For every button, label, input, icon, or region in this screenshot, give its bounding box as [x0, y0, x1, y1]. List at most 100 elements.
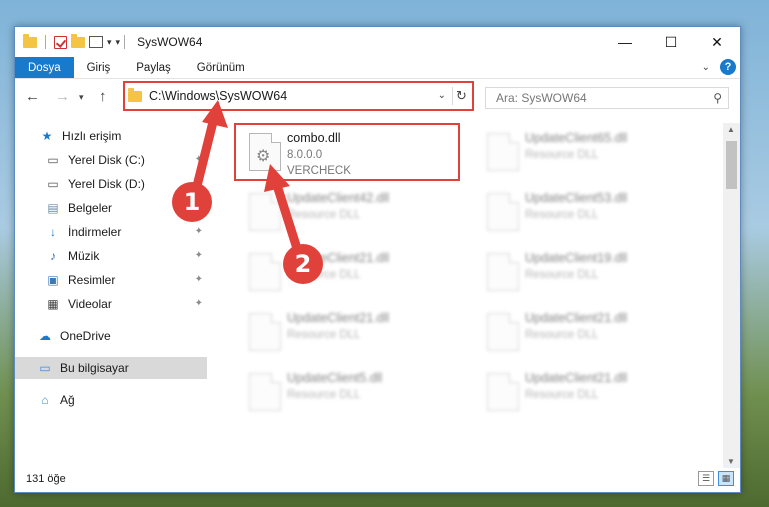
- sidebar-item-label: İndirmeler: [68, 225, 122, 239]
- sidebar-item-this-pc[interactable]: ▭ Bu bilgisayar: [15, 357, 207, 379]
- search-icon[interactable]: ⚲: [713, 91, 722, 105]
- file-desc: Resource DLL: [525, 389, 599, 401]
- pin-icon: ✦: [194, 250, 203, 261]
- scrollbar-thumb[interactable]: [726, 141, 737, 189]
- details-view-icon[interactable]: ☰: [698, 471, 714, 486]
- tab-file[interactable]: Dosya: [15, 57, 74, 78]
- sidebar-item-label: OneDrive: [60, 329, 111, 343]
- sidebar-item-onedrive[interactable]: ☁ OneDrive: [15, 325, 207, 347]
- pin-icon: ✦: [194, 226, 203, 237]
- dll-file-icon: [487, 133, 519, 171]
- file-name: UpdateClient5.dll: [287, 371, 383, 385]
- file-desc: Resource DLL: [525, 149, 599, 161]
- file-tile[interactable]: UpdateClient65.dll Resource DLL: [477, 127, 697, 183]
- recent-locations-icon[interactable]: ▾: [79, 92, 84, 103]
- sidebar-item-quick-access[interactable]: ★ Hızlı erişim: [15, 125, 207, 147]
- search-placeholder: Ara: SysWOW64: [496, 91, 587, 105]
- explorer-window: ▾ ▾ SysWOW64 — ☐ ✕ Dosya Giriş Paylaş Gö…: [14, 26, 741, 493]
- sidebar-item-label: Yerel Disk (C:): [68, 153, 145, 167]
- tab-share[interactable]: Paylaş: [123, 57, 184, 78]
- properties-check-icon[interactable]: [54, 35, 67, 49]
- search-input[interactable]: Ara: SysWOW64 ⚲: [485, 87, 729, 109]
- back-arrow-icon[interactable]: ←: [25, 88, 40, 105]
- sidebar-item-label: Bu bilgisayar: [60, 361, 129, 375]
- tab-view[interactable]: Görünüm: [184, 57, 258, 78]
- dll-file-icon: [249, 193, 281, 231]
- file-tile[interactable]: UpdateClient42.dll Resource DLL: [239, 187, 459, 243]
- navigation-pane: ★ Hızlı erişim ▭ Yerel Disk (C:) ✦ ▭ Yer…: [15, 125, 207, 465]
- music-icon: ♪: [50, 249, 56, 263]
- file-tile[interactable]: UpdateClient53.dll Resource DLL: [477, 187, 697, 243]
- sidebar-item-network[interactable]: ⌂ Ağ: [15, 389, 207, 411]
- up-arrow-icon[interactable]: ↑: [99, 88, 107, 105]
- title-bar: ▾ ▾ SysWOW64 — ☐ ✕: [15, 27, 740, 57]
- file-name: UpdateClient53.dll: [525, 191, 628, 205]
- pin-icon: ✦: [194, 154, 203, 165]
- file-name: UpdateClient21.dll: [287, 311, 390, 325]
- forward-arrow-icon[interactable]: →: [55, 88, 70, 105]
- rename-icon[interactable]: [89, 36, 103, 48]
- file-tile[interactable]: UpdateClient21.dll Resource DLL: [477, 367, 697, 423]
- sidebar-item-pictures[interactable]: ▣ Resimler ✦: [15, 269, 207, 291]
- quick-access-toolbar: ▾ ▾: [15, 33, 121, 49]
- file-name: UpdateClient42.dll: [287, 191, 390, 205]
- file-tile[interactable]: UpdateClient21.dll Resource DLL: [239, 247, 459, 303]
- drive-icon: ▭: [47, 177, 59, 191]
- star-icon: ★: [41, 129, 53, 143]
- dll-file-icon: [487, 313, 519, 351]
- divider: [124, 35, 126, 49]
- ribbon-tabs: Dosya Giriş Paylaş Görünüm ⌄ ?: [15, 57, 740, 79]
- file-desc: Resource DLL: [525, 269, 599, 281]
- item-count: 131 öğe: [26, 473, 66, 485]
- scroll-down-icon[interactable]: ▼: [727, 457, 735, 466]
- pictures-icon: ▣: [47, 273, 59, 287]
- network-icon: ⌂: [41, 393, 49, 407]
- cloud-icon: ☁: [39, 329, 51, 343]
- file-desc: Resource DLL: [287, 329, 361, 341]
- minimize-button[interactable]: —: [602, 27, 648, 57]
- sidebar-item-downloads[interactable]: ↓ İndirmeler ✦: [15, 221, 207, 243]
- file-name: UpdateClient21.dll: [525, 311, 628, 325]
- pin-icon: ✦: [194, 274, 203, 285]
- file-tile[interactable]: UpdateClient5.dll Resource DLL: [239, 367, 459, 423]
- download-icon: ↓: [50, 225, 56, 239]
- scroll-up-icon[interactable]: ▲: [727, 125, 735, 134]
- videos-icon: ▦: [47, 297, 59, 311]
- dll-file-icon: [487, 253, 519, 291]
- dll-file-icon: [487, 373, 519, 411]
- expand-ribbon-icon[interactable]: ⌄: [702, 62, 710, 73]
- folder-icon: [128, 87, 142, 102]
- pin-icon: ✦: [194, 298, 203, 309]
- help-icon[interactable]: ?: [720, 59, 736, 75]
- chevron-down-icon[interactable]: ▾: [107, 37, 112, 48]
- sidebar-item-music[interactable]: ♪ Müzik ✦: [15, 245, 207, 267]
- drive-icon: ▭: [47, 153, 59, 167]
- sidebar-item-videos[interactable]: ▦ Videolar ✦: [15, 293, 207, 315]
- file-name: UpdateClient19.dll: [525, 251, 628, 265]
- file-tile[interactable]: UpdateClient19.dll Resource DLL: [477, 247, 697, 303]
- sidebar-item-label: Videolar: [68, 297, 112, 311]
- computer-icon: ▭: [39, 361, 51, 375]
- new-folder-icon[interactable]: [71, 33, 85, 48]
- maximize-button[interactable]: ☐: [648, 27, 694, 57]
- dll-file-icon: [249, 373, 281, 411]
- refresh-icon[interactable]: ↻: [452, 87, 470, 105]
- customize-qat-icon[interactable]: ▾: [116, 37, 121, 48]
- dll-file-icon: [249, 253, 281, 291]
- address-bar[interactable]: C:\Windows\SysWOW64 ⌄ ↻: [123, 81, 474, 111]
- sidebar-item-drive-c[interactable]: ▭ Yerel Disk (C:) ✦: [15, 149, 207, 171]
- address-path[interactable]: C:\Windows\SysWOW64: [149, 89, 287, 103]
- chevron-down-icon[interactable]: ⌄: [438, 90, 446, 101]
- close-button[interactable]: ✕: [694, 27, 740, 57]
- vertical-scrollbar[interactable]: ▲ ▼: [723, 123, 740, 468]
- tab-home[interactable]: Giriş: [74, 57, 124, 78]
- status-bar: 131 öğe ☰ ▦: [15, 466, 740, 492]
- file-desc: Resource DLL: [287, 209, 361, 221]
- file-tile[interactable]: UpdateClient21.dll Resource DLL: [477, 307, 697, 363]
- file-tile[interactable]: UpdateClient21.dll Resource DLL: [239, 307, 459, 363]
- step-badge-2: 2: [283, 244, 323, 284]
- file-desc: Resource DLL: [525, 329, 599, 341]
- file-highlight-box: [234, 123, 460, 181]
- tiles-view-icon[interactable]: ▦: [718, 471, 734, 486]
- file-desc: Resource DLL: [287, 389, 361, 401]
